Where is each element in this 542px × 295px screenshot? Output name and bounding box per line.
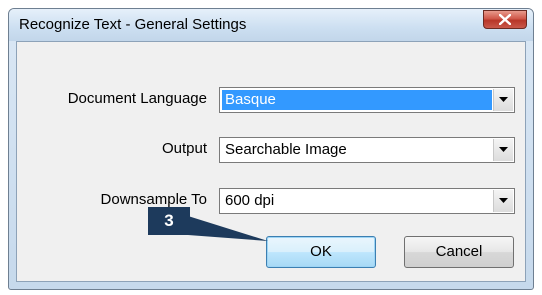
- ok-button[interactable]: OK: [266, 236, 376, 268]
- chevron-down-icon: [499, 198, 508, 203]
- downsample-value: 600 dpi: [225, 192, 275, 209]
- document-language-label: Document Language: [67, 90, 207, 107]
- close-icon: [499, 14, 511, 25]
- title-bar[interactable]: Recognize Text - General Settings: [9, 9, 533, 41]
- output-dropdown-button[interactable]: [493, 139, 513, 161]
- window-title: Recognize Text - General Settings: [19, 16, 247, 33]
- downsample-dropdown-button[interactable]: [493, 190, 513, 212]
- output-value: Searchable Image: [225, 141, 347, 158]
- chevron-down-icon: [499, 97, 508, 102]
- dialog-window: Recognize Text - General Settings Docume…: [8, 8, 534, 290]
- dialog-content: Document Language Basque Output Searchab…: [16, 41, 526, 282]
- downsample-label: Downsample To: [100, 191, 207, 208]
- chevron-down-icon: [499, 147, 508, 152]
- output-select[interactable]: Searchable Image: [219, 137, 515, 163]
- close-button[interactable]: [483, 10, 527, 29]
- output-label: Output: [161, 140, 207, 157]
- cancel-button[interactable]: Cancel: [404, 236, 514, 268]
- step-callout-badge: 3: [148, 207, 190, 235]
- document-language-select[interactable]: Basque: [219, 87, 515, 113]
- document-language-value: Basque: [222, 90, 492, 110]
- document-language-dropdown-button[interactable]: [493, 89, 513, 111]
- downsample-select[interactable]: 600 dpi: [219, 188, 515, 214]
